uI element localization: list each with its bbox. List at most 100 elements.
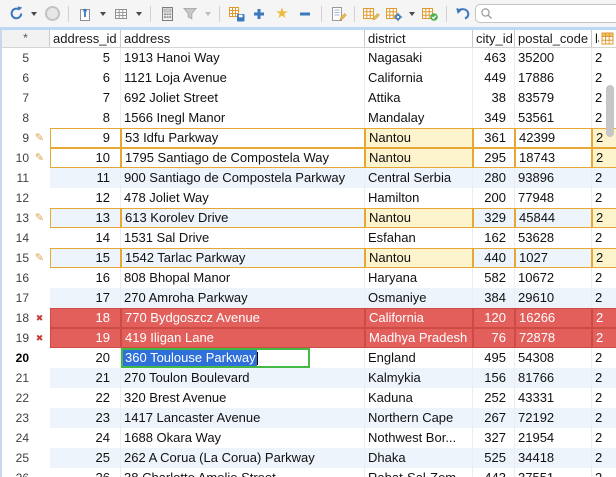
cell-address[interactable]: 613 Korolev Drive	[121, 208, 365, 228]
row-gutter[interactable]: 25	[2, 448, 50, 468]
view-grid-button[interactable]	[110, 3, 132, 25]
cell-address[interactable]: 1566 Inegl Manor	[121, 108, 365, 128]
column-header-postal_code[interactable]: postal_code	[515, 30, 592, 47]
cell-last_update[interactable]: 2	[592, 428, 616, 448]
cell-last_update[interactable]: 2	[592, 368, 616, 388]
cell-address_id[interactable]: 19	[50, 328, 121, 348]
row-gutter[interactable]: 10✎	[2, 148, 50, 168]
cell-city_id[interactable]: 156	[473, 368, 515, 388]
cell-address_id[interactable]: 15	[50, 248, 121, 268]
cell-district[interactable]: California	[365, 68, 473, 88]
row-gutter[interactable]: 14	[2, 228, 50, 248]
cell-city_id[interactable]: 162	[473, 228, 515, 248]
refresh-dropdown-caret[interactable]	[31, 12, 37, 16]
row-number[interactable]: 24	[2, 428, 29, 448]
row-gutter[interactable]: 13✎	[2, 208, 50, 228]
row-gutter[interactable]: 17	[2, 288, 50, 308]
cell-address_id[interactable]: 18	[50, 308, 121, 328]
cell-address[interactable]: 808 Bhopal Manor	[121, 268, 365, 288]
column-header-address[interactable]: address	[121, 30, 365, 47]
cell-district[interactable]: Hamilton	[365, 188, 473, 208]
cell-postal_code[interactable]: 72192	[515, 408, 592, 428]
cell-postal_code[interactable]: 34418	[515, 448, 592, 468]
undo-button[interactable]	[452, 3, 474, 25]
cell-address_id[interactable]: 22	[50, 388, 121, 408]
cell-city_id[interactable]: 280	[473, 168, 515, 188]
cell-last_update[interactable]: 2	[592, 468, 616, 477]
cell-postal_code[interactable]: 43331	[515, 388, 592, 408]
cell-postal_code[interactable]: 81766	[515, 368, 592, 388]
stop-button[interactable]	[41, 3, 63, 25]
edit-table-button[interactable]	[360, 3, 382, 25]
cell-postal_code[interactable]: 21954	[515, 428, 592, 448]
cell-district[interactable]: Esfahan	[365, 228, 473, 248]
row-number[interactable]: 12	[2, 188, 29, 208]
cell-district[interactable]: Nantou	[365, 208, 473, 228]
cell-postal_code[interactable]: 42399	[515, 128, 592, 148]
filter-button[interactable]	[179, 3, 201, 25]
row-number[interactable]: 8	[2, 108, 29, 128]
cell-address_id[interactable]: 14	[50, 228, 121, 248]
cell-postal_code[interactable]: 53628	[515, 228, 592, 248]
cell-district[interactable]: Central Serbia	[365, 168, 473, 188]
row-number[interactable]: 20	[2, 348, 29, 368]
cell-district[interactable]: California	[365, 308, 473, 328]
calculate-button[interactable]	[156, 3, 178, 25]
cell-district[interactable]: Osmaniye	[365, 288, 473, 308]
row-gutter[interactable]: 22	[2, 388, 50, 408]
cell-last_update[interactable]: 2	[592, 388, 616, 408]
cell-city_id[interactable]: 252	[473, 388, 515, 408]
cell-district[interactable]: Madhya Pradesh	[365, 328, 473, 348]
row-number[interactable]: 13	[2, 208, 29, 228]
cell-district[interactable]: England	[365, 348, 473, 368]
row-gutter[interactable]: 7	[2, 88, 50, 108]
cell-address[interactable]: 320 Brest Avenue	[121, 388, 365, 408]
cell-address_id[interactable]: 16	[50, 268, 121, 288]
cell-city_id[interactable]: 440	[473, 248, 515, 268]
row-gutter[interactable]: 8	[2, 108, 50, 128]
cell-address_id[interactable]: 8	[50, 108, 121, 128]
table-options-button[interactable]	[383, 3, 405, 25]
column-header-address_id[interactable]: address_id	[50, 30, 121, 47]
cell-address[interactable]: 770 Bydgoszcz Avenue	[121, 308, 365, 328]
cell-district[interactable]: Nantou	[365, 128, 473, 148]
cell-postal_code[interactable]: 29610	[515, 288, 592, 308]
cell-address_id[interactable]: 25	[50, 448, 121, 468]
cell-address_id[interactable]: 17	[50, 288, 121, 308]
row-number[interactable]: 15	[2, 248, 29, 268]
cell-postal_code[interactable]: 1027	[515, 248, 592, 268]
cell-district[interactable]: Northern Cape	[365, 408, 473, 428]
add-row-button[interactable]	[248, 3, 270, 25]
cell-city_id[interactable]: 200	[473, 188, 515, 208]
cell-last_update[interactable]: 2	[592, 188, 616, 208]
cell-postal_code[interactable]: 53561	[515, 108, 592, 128]
table-options-dropdown-caret[interactable]	[409, 12, 415, 16]
row-gutter[interactable]: 6	[2, 68, 50, 88]
row-number[interactable]: 9	[2, 128, 29, 148]
cell-last_update[interactable]: 2	[592, 228, 616, 248]
row-number[interactable]: 14	[2, 228, 29, 248]
row-number[interactable]: 5	[2, 48, 29, 68]
cell-last_update[interactable]: 2	[592, 208, 616, 228]
cell-city_id[interactable]: 582	[473, 268, 515, 288]
filter-dropdown-caret[interactable]	[205, 12, 211, 16]
cell-address_id[interactable]: 11	[50, 168, 121, 188]
cell-address_id[interactable]: 26	[50, 468, 121, 477]
view-grid-dropdown-caret[interactable]	[136, 12, 142, 16]
cell-address[interactable]: 1542 Tarlac Parkway	[121, 248, 365, 268]
cell-city_id[interactable]: 525	[473, 448, 515, 468]
cell-address[interactable]: 270 Toulon Boulevard	[121, 368, 365, 388]
cell-address_id[interactable]: 6	[50, 68, 121, 88]
cell-address[interactable]: 1795 Santiago de Compostela Way	[121, 148, 365, 168]
cell-district[interactable]: Rabat-Sal-Zem...	[365, 468, 473, 477]
cell-address[interactable]: 1913 Hanoi Way	[121, 48, 365, 68]
cell-last_update[interactable]: 2	[592, 268, 616, 288]
cell-postal_code[interactable]: 54308	[515, 348, 592, 368]
cell-address[interactable]: 1688 Okara Way	[121, 428, 365, 448]
row-number[interactable]: 18	[2, 308, 29, 328]
edit-value-button[interactable]	[327, 3, 349, 25]
cell-postal_code[interactable]: 18743	[515, 148, 592, 168]
cell-last_update[interactable]: 2	[592, 168, 616, 188]
row-gutter[interactable]: 20	[2, 348, 50, 368]
row-gutter[interactable]: 19✖	[2, 328, 50, 348]
